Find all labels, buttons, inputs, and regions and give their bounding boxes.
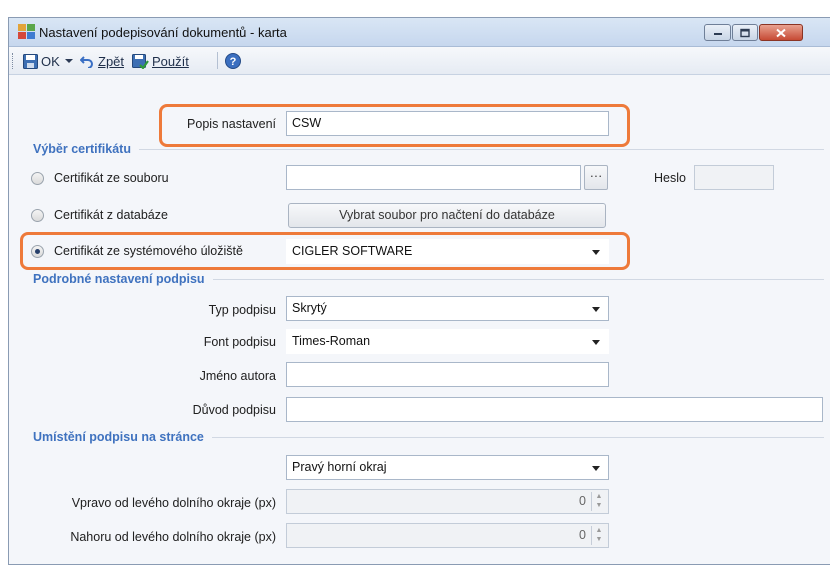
back-button[interactable]: Zpět — [80, 51, 124, 71]
reason-input[interactable] — [286, 397, 823, 422]
password-label: Heslo — [654, 171, 686, 185]
author-label: Jméno autora — [199, 369, 276, 383]
sig-type-value: Skrytý — [292, 301, 327, 315]
radio-cert-db[interactable] — [31, 209, 44, 222]
popis-label: Popis nastavení — [187, 117, 276, 131]
close-button[interactable] — [759, 24, 803, 41]
up-offset-label: Nahoru od levého dolního okraje (px) — [70, 530, 276, 544]
right-offset-value: 0 — [579, 494, 586, 508]
sig-type-select[interactable]: Skrytý — [286, 296, 609, 321]
undo-icon — [80, 56, 93, 68]
svg-text:?: ? — [230, 56, 237, 68]
ok-button[interactable]: OK — [23, 51, 60, 71]
section-position-title: Umístění podpisu na stránce — [33, 430, 204, 444]
author-input[interactable] — [286, 362, 609, 387]
apply-save-icon — [132, 54, 149, 69]
section-certificate: Výběr certifikátu — [33, 142, 824, 156]
font-label: Font podpisu — [203, 335, 276, 349]
close-icon — [776, 28, 786, 37]
select-file-button[interactable]: Vybrat soubor pro načtení do databáze — [288, 203, 606, 228]
cert-store-label: Certifikát ze systémového úložiště — [54, 244, 243, 258]
font-value: Times-Roman — [292, 334, 371, 348]
ok-dropdown-arrow[interactable] — [65, 51, 73, 71]
cert-file-label: Certifikát ze souboru — [54, 171, 169, 185]
chevron-down-icon — [65, 59, 73, 63]
radio-cert-file[interactable] — [31, 172, 44, 185]
maximize-icon — [740, 28, 750, 37]
position-value: Pravý horní okraj — [292, 460, 387, 474]
minimize-button[interactable] — [704, 24, 731, 41]
chevron-down-icon — [592, 307, 600, 312]
chevron-down-icon — [592, 466, 600, 471]
popis-input[interactable]: CSW — [286, 111, 609, 136]
section-certificate-title: Výběr certifikátu — [33, 142, 131, 156]
right-offset-label: Vpravo od levého dolního okraje (px) — [71, 496, 276, 510]
form-content: Popis nastavení CSW Výběr certifikátu Ce… — [9, 75, 830, 564]
browse-button[interactable]: ··· — [584, 165, 608, 190]
chevron-down-icon — [592, 250, 600, 255]
minimize-icon — [713, 32, 722, 35]
cert-store-select[interactable]: CIGLER SOFTWARE — [286, 239, 609, 264]
toolbar: OK Zpět Použít ? — [9, 47, 830, 75]
window-title: Nastavení podepisování dokumentů - karta — [39, 25, 287, 40]
cert-file-input[interactable] — [286, 165, 581, 190]
back-label: Zpět — [98, 53, 125, 69]
password-input[interactable] — [694, 165, 774, 190]
spinner-arrows-icon[interactable]: ▲ ▼ — [591, 526, 606, 545]
spinner-arrows-icon[interactable]: ▲ ▼ — [591, 492, 606, 511]
section-signature-detail: Podrobné nastavení podpisu — [33, 272, 824, 286]
apply-label: Použít — [152, 53, 189, 69]
help-button[interactable]: ? — [225, 51, 241, 71]
toolbar-separator — [217, 52, 218, 69]
help-icon: ? — [225, 53, 241, 69]
cert-store-value: CIGLER SOFTWARE — [292, 244, 413, 258]
sig-type-label: Typ podpisu — [208, 303, 276, 317]
title-bar[interactable]: Nastavení podepisování dokumentů - karta — [9, 18, 830, 47]
maximize-button[interactable] — [732, 24, 758, 41]
toolbar-grip[interactable] — [12, 53, 15, 69]
section-detail-title: Podrobné nastavení podpisu — [33, 272, 205, 286]
radio-cert-store[interactable] — [31, 245, 44, 258]
font-select[interactable]: Times-Roman — [286, 329, 609, 354]
section-position: Umístění podpisu na stránce — [33, 430, 824, 444]
cert-db-label: Certifikát z databáze — [54, 208, 168, 222]
apply-button[interactable]: Použít — [132, 51, 189, 71]
chevron-down-icon — [592, 340, 600, 345]
save-icon — [23, 53, 38, 69]
ok-label: OK — [41, 53, 60, 69]
up-offset-spinner[interactable]: 0 ▲ ▼ — [286, 523, 609, 548]
reason-label: Důvod podpisu — [192, 403, 276, 417]
up-offset-value: 0 — [579, 528, 586, 542]
app-grid-icon — [18, 24, 35, 39]
dialog-window: Nastavení podepisování dokumentů - karta… — [8, 17, 830, 565]
position-select[interactable]: Pravý horní okraj — [286, 455, 609, 480]
right-offset-spinner[interactable]: 0 ▲ ▼ — [286, 489, 609, 514]
